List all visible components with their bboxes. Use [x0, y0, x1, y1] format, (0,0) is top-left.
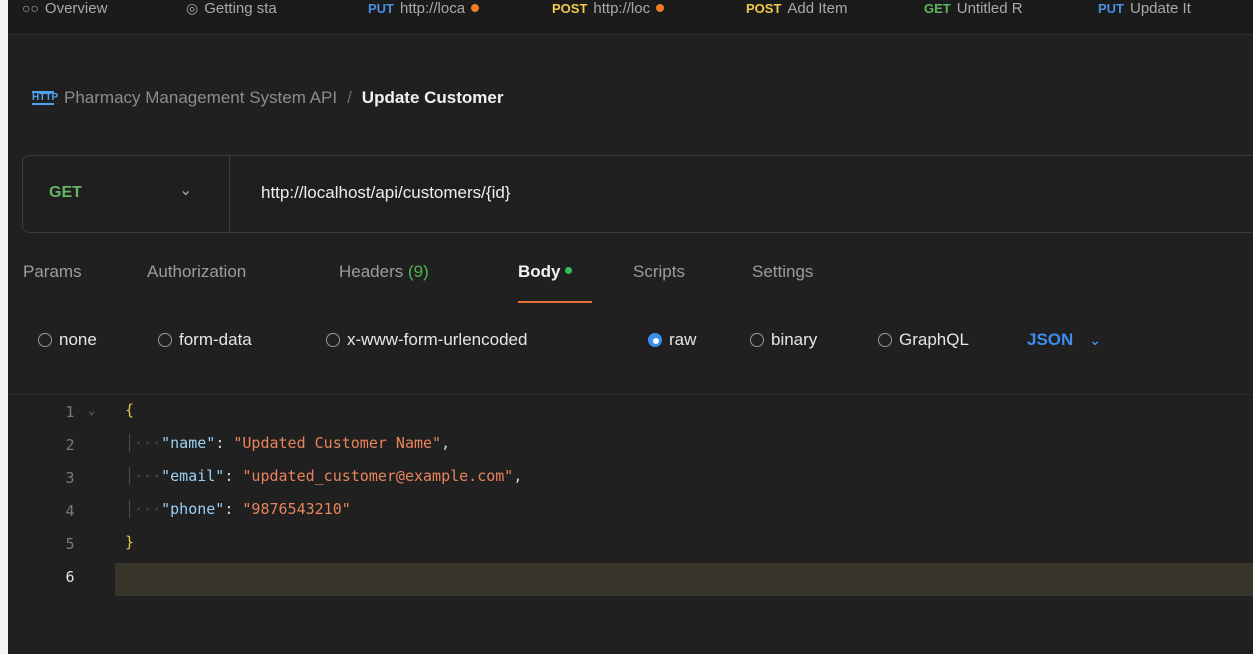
http-request-icon: HTTP — [32, 91, 59, 105]
tab-label: Getting sta — [204, 0, 277, 17]
json-key: "email" — [161, 467, 225, 485]
code-text: { — [125, 401, 134, 419]
headers-count-badge: (9) — [408, 262, 429, 281]
method-label: GET — [49, 184, 82, 201]
json-value: "Updated Customer Name" — [233, 434, 442, 452]
radio-label: none — [59, 330, 97, 349]
radio-label: form-data — [179, 330, 252, 349]
url-input[interactable]: http://localhost/api/customers/{id} — [261, 183, 510, 203]
unsaved-dot-icon — [656, 4, 665, 12]
tab-params[interactable]: Params — [23, 262, 82, 282]
json-key: "phone" — [161, 500, 225, 518]
line-number: 4 — [65, 502, 75, 520]
method-select[interactable]: GET ⌄ — [23, 156, 230, 232]
tab-headers[interactable]: Headers (9) — [339, 262, 429, 282]
radio-circle-icon — [326, 333, 340, 347]
line-number: 1 — [65, 403, 75, 421]
radio-graphql[interactable]: GraphQL — [878, 330, 969, 350]
active-tab-underline — [518, 301, 592, 303]
tab-label: Overview — [44, 0, 108, 17]
radio-circle-icon — [38, 333, 52, 347]
tab-method: PUT — [368, 0, 394, 16]
tab-method: PUT — [1098, 0, 1124, 16]
radio-none[interactable]: none — [38, 330, 97, 350]
tab-label: http://loca — [400, 0, 466, 17]
editor-line: 2 │···"name": "Updated Customer Name", — [8, 430, 1253, 460]
radio-label: binary — [771, 330, 818, 349]
line-number: 3 — [65, 469, 75, 487]
radio-circle-icon — [158, 333, 172, 347]
editor-line: 1 ⌄ { — [8, 397, 1253, 427]
body-modified-dot-icon — [564, 267, 572, 275]
getting-started-icon: ◎ — [186, 0, 199, 16]
editor-line: 6 — [8, 562, 1253, 592]
tab-headers-label: Headers — [339, 262, 404, 281]
close-brace: } — [125, 533, 135, 551]
tab-method: POST — [746, 0, 782, 16]
window-edge — [0, 0, 8, 654]
tab-add-item[interactable]: POST Add Item — [746, 0, 916, 25]
radio-label: GraphQL — [899, 330, 969, 349]
radio-selected-icon — [648, 333, 662, 347]
radio-raw[interactable]: raw — [648, 330, 696, 350]
postman-app: ○○ Overview ◎ Getting sta PUT http://loc… — [8, 0, 1253, 654]
overview-icon: ○○ — [22, 0, 39, 16]
breadcrumb: HTTP Pharmacy Management System API / Up… — [32, 86, 503, 110]
tab-method: POST — [552, 0, 588, 16]
tab-label: Add Item — [787, 0, 848, 17]
breadcrumb-separator: / — [347, 88, 352, 107]
radio-circle-icon — [878, 333, 892, 347]
tab-getting-started[interactable]: ◎ Getting sta — [186, 0, 346, 25]
json-value: "updated_customer@example.com" — [242, 467, 514, 485]
tab-strip: ○○ Overview ◎ Getting sta PUT http://loc… — [8, 0, 1253, 35]
tab-body[interactable]: Body — [518, 262, 572, 282]
breadcrumb-collection[interactable]: Pharmacy Management System API — [64, 88, 337, 108]
tab-overview[interactable]: ○○ Overview — [22, 0, 160, 25]
line-number-current: 6 — [65, 568, 75, 586]
editor-line: 3 │···"email": "updated_customer@example… — [8, 463, 1253, 493]
tab-put-request[interactable]: PUT http://loca — [368, 0, 538, 25]
line-number: 5 — [65, 535, 75, 553]
editor-line: 5 } — [8, 529, 1253, 559]
format-select[interactable]: JSON ⌄ — [1027, 330, 1101, 350]
fold-chevron-icon[interactable]: ⌄ — [88, 403, 95, 417]
radio-circle-icon — [750, 333, 764, 347]
tab-untitled[interactable]: GET Untitled R — [924, 0, 1094, 25]
json-comma: , — [513, 467, 523, 485]
tab-label: Update It — [1130, 0, 1191, 17]
json-value: "9876543210" — [242, 500, 351, 518]
format-label: JSON — [1027, 330, 1074, 349]
chevron-down-icon: ⌄ — [179, 182, 193, 199]
tab-body-label: Body — [518, 262, 561, 281]
code-text: } — [125, 533, 134, 551]
json-key: "name" — [161, 434, 216, 452]
line-number: 2 — [65, 436, 75, 454]
radio-label: raw — [669, 330, 697, 349]
tab-method: GET — [924, 0, 951, 16]
radio-binary[interactable]: binary — [750, 330, 817, 350]
code-text: │···"name": "Updated Customer Name", — [125, 434, 451, 452]
tab-update-item[interactable]: PUT Update It — [1098, 0, 1253, 25]
tab-label: Untitled R — [956, 0, 1023, 17]
tab-authorization[interactable]: Authorization — [147, 262, 246, 282]
request-name[interactable]: Update Customer — [362, 88, 504, 108]
url-bar: GET ⌄ http://localhost/api/customers/{id… — [22, 155, 1253, 233]
tab-settings[interactable]: Settings — [752, 262, 813, 282]
radio-label: x-www-form-urlencoded — [347, 330, 528, 349]
chevron-down-icon: ⌄ — [1089, 331, 1102, 348]
code-text: │···"email": "updated_customer@example.c… — [125, 467, 523, 485]
json-comma: , — [441, 434, 451, 452]
code-editor[interactable]: 1 ⌄ { 2 │···"name": "Updated Customer Na… — [8, 395, 1253, 654]
open-brace: { — [125, 401, 135, 419]
tab-post-request[interactable]: POST http://loc — [552, 0, 732, 25]
code-text: │···"phone": "9876543210" — [125, 500, 351, 518]
radio-form-data[interactable]: form-data — [158, 330, 252, 350]
editor-line: 4 │···"phone": "9876543210" — [8, 496, 1253, 526]
tab-label: http://loc — [593, 0, 651, 17]
radio-urlencoded[interactable]: x-www-form-urlencoded — [326, 330, 527, 350]
tab-scripts[interactable]: Scripts — [633, 262, 685, 282]
unsaved-dot-icon — [471, 4, 480, 12]
